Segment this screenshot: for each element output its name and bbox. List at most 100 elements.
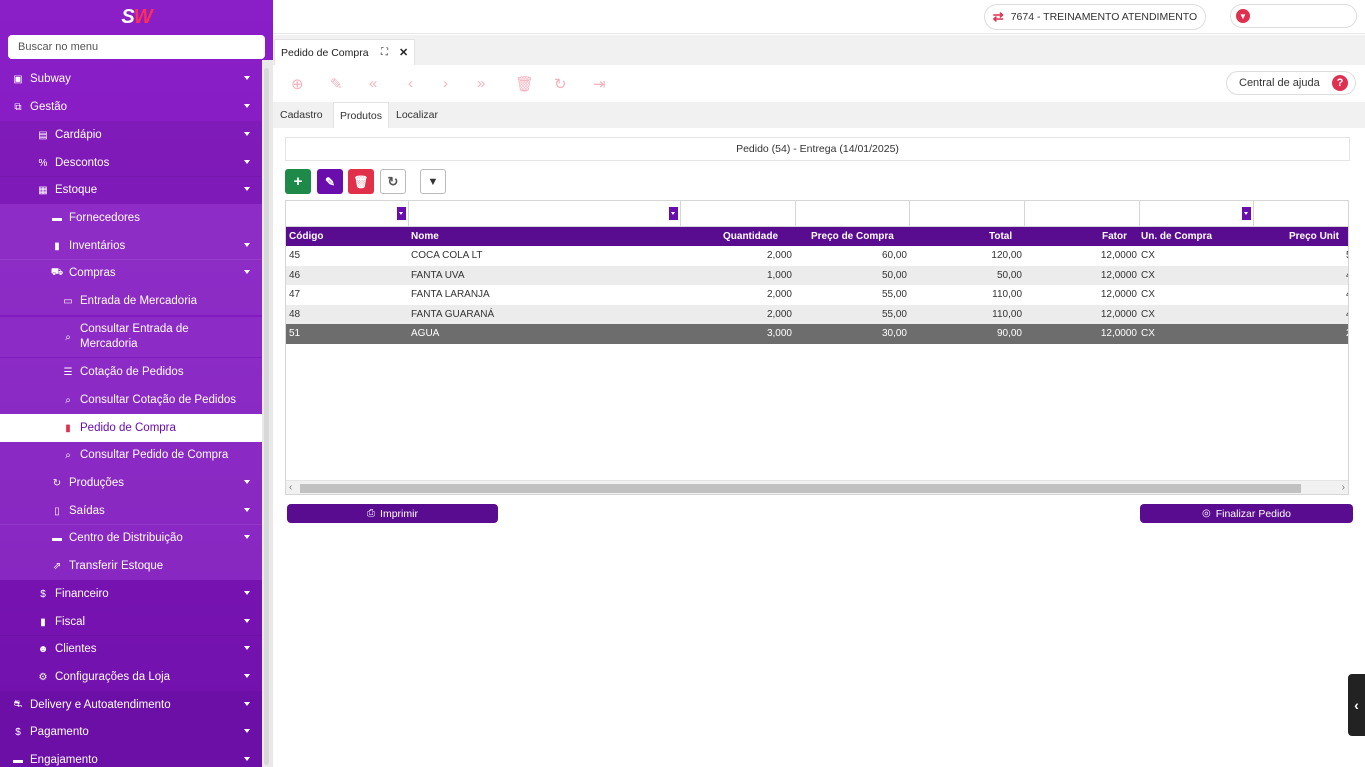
refresh-icon[interactable]: ↻	[554, 75, 567, 93]
cell-preco-unit: 2	[1346, 324, 1348, 344]
col-quantidade[interactable]: Quantidade	[723, 227, 778, 246]
trash-icon[interactable]: 🗑	[515, 75, 534, 93]
sidebar-item-clientes[interactable]: ☻ Clientes	[0, 635, 262, 663]
cell-quantidade: 2,000	[766, 250, 792, 261]
sidebar-item-delivery[interactable]: ⛐ Delivery e Autoatendimento	[0, 691, 262, 719]
help-center-button[interactable]: Central de ajuda?	[1226, 71, 1356, 95]
filter-preco-unit[interactable]	[1254, 201, 1348, 227]
filter-dropdown-icon[interactable]	[397, 207, 406, 220]
add-item-button[interactable]: +	[285, 169, 311, 194]
sidebar-item-descontos[interactable]: % Descontos	[0, 149, 262, 177]
sidebar-item-label: Pagamento	[30, 726, 89, 738]
order-header: Pedido (54) - Entrega (14/01/2025)	[285, 137, 1350, 161]
refresh-grid-button[interactable]: ↻	[380, 169, 406, 194]
sidebar-item-estoque[interactable]: ▦ Estoque	[0, 176, 262, 204]
sidebar-item-gestao[interactable]: ⧉ Gestão	[0, 93, 262, 121]
first-record-icon[interactable]: «	[369, 75, 377, 92]
sidebar-item-saidas[interactable]: ▯ Saídas	[0, 497, 262, 525]
filter-codigo[interactable]	[286, 201, 409, 227]
filter-un-compra[interactable]	[1140, 201, 1254, 227]
tab-pedido-de-compra[interactable]: Pedido de Compra ⛶ ✕	[274, 39, 415, 65]
pencil-icon[interactable]: ✎	[330, 75, 343, 93]
sidebar-scrollbar-thumb[interactable]	[264, 68, 269, 765]
user-menu-button[interactable]: ▼	[1230, 4, 1357, 28]
table-row[interactable]: 47 FANTA LARANJA 2,000 55,00 110,00 12,0…	[286, 285, 1348, 305]
sidebar-item-cotacao-pedidos[interactable]: ☰ Cotação de Pedidos	[0, 358, 262, 386]
chevron-down-icon	[244, 270, 250, 274]
exit-icon[interactable]: ⇥	[593, 75, 606, 93]
sidebar-item-consultar-entrada[interactable]: ⌕ Consultar Entrada de Mercadoria	[0, 317, 262, 357]
sidebar-item-subway[interactable]: ▣ Subway	[0, 65, 262, 93]
tab-cadastro[interactable]: Cadastro	[274, 102, 329, 128]
sidebar-item-engajamento[interactable]: ▬ Engajamento	[0, 746, 262, 767]
col-codigo[interactable]: Código	[289, 227, 323, 246]
plus-icon: +	[293, 173, 303, 190]
col-preco-compra[interactable]: Preço de Compra	[811, 227, 894, 246]
next-record-icon[interactable]: ›	[443, 75, 448, 92]
finish-order-button[interactable]: ◎ Finalizar Pedido	[1140, 504, 1353, 523]
print-label: Imprimir	[380, 507, 418, 520]
col-fator[interactable]: Fator	[1102, 227, 1127, 246]
col-total[interactable]: Total	[989, 227, 1012, 246]
sidebar-item-label: Delivery e Autoatendimento	[30, 699, 171, 711]
side-panel-toggle[interactable]: ‹	[1348, 674, 1365, 736]
filter-dropdown-icon[interactable]	[669, 207, 678, 220]
sidebar-item-pedido-compra[interactable]: ▮ Pedido de Compra	[0, 414, 262, 442]
sidebar-item-consultar-cotacao[interactable]: ⌕ Consultar Cotação de Pedidos	[0, 386, 262, 414]
filter-button[interactable]: ▼	[420, 169, 446, 194]
table-row[interactable]: 48 FANTA GUARANÁ 2,000 55,00 110,00 12,0…	[286, 304, 1348, 324]
col-nome[interactable]: Nome	[411, 227, 439, 246]
sidebar-item-entrada-mercadoria[interactable]: ▭ Entrada de Mercadoria	[0, 287, 262, 315]
sidebar-item-cardapio[interactable]: ▤ Cardápio	[0, 121, 262, 149]
percent-icon: %	[38, 157, 48, 169]
sidebar-item-fornecedores[interactable]: ▬ Fornecedores	[0, 204, 262, 232]
menu-search-input[interactable]	[8, 35, 265, 59]
edit-item-button[interactable]: ✎	[317, 169, 343, 194]
filter-dropdown-icon[interactable]	[1242, 207, 1251, 220]
filter-quantidade[interactable]	[681, 201, 796, 227]
delete-item-button[interactable]: 🗑	[348, 169, 374, 194]
gear-icon: ⚙	[38, 671, 48, 683]
store-switch-button[interactable]: ⇄ 7674 - TREINAMENTO ATENDIMENTO	[984, 4, 1206, 30]
col-un-compra[interactable]: Un. de Compra	[1141, 227, 1212, 246]
scrollbar-thumb[interactable]	[300, 484, 1301, 493]
tab-localizar[interactable]: Localizar	[390, 102, 444, 128]
dollar-icon: $	[40, 588, 46, 600]
scroll-right-icon[interactable]: ›	[1342, 481, 1345, 494]
search-icon: ⌕	[65, 394, 71, 406]
chevron-down-icon	[244, 76, 250, 80]
table-row-selected[interactable]: 51 AGUA 3,000 30,00 90,00 12,0000 CX 2	[286, 324, 1348, 344]
previous-record-icon[interactable]: ‹	[408, 75, 413, 92]
filter-preco[interactable]	[796, 201, 910, 227]
grid-horizontal-scrollbar[interactable]: ‹ ›	[286, 480, 1348, 494]
print-button[interactable]: ⎙ Imprimir	[287, 504, 498, 523]
sidebar-item-transferir-estoque[interactable]: ⇗ Transferir Estoque	[0, 552, 262, 580]
sidebar-item-fiscal[interactable]: ▮ Fiscal	[0, 608, 262, 636]
sidebar-item-producoes[interactable]: ↻ Produções	[0, 469, 262, 497]
table-row[interactable]: 46 FANTA UVA 1,000 50,00 50,00 12,0000 C…	[286, 265, 1348, 285]
cell-codigo: 47	[289, 289, 301, 300]
sidebar-item-inventarios[interactable]: ▮ Inventários	[0, 232, 262, 260]
close-icon[interactable]: ✕	[399, 46, 408, 59]
scroll-left-icon[interactable]: ‹	[289, 481, 292, 494]
sidebar-item-label: Inventários	[69, 240, 126, 252]
tab-produtos[interactable]: Produtos	[333, 102, 390, 128]
filter-nome[interactable]	[409, 201, 681, 227]
table-row[interactable]: 45 COCA COLA LT 2,000 60,00 120,00 12,00…	[286, 246, 1348, 266]
sidebar-item-configuracoes-loja[interactable]: ⚙ Configurações da Loja	[0, 663, 262, 691]
filter-total[interactable]	[910, 201, 1025, 227]
app-logo[interactable]: SW	[0, 0, 273, 34]
last-record-icon[interactable]: »	[477, 75, 485, 92]
cell-preco-unit: 5	[1346, 246, 1348, 266]
sidebar-item-compras[interactable]: ⛟ Compras	[0, 259, 262, 287]
add-circle-icon[interactable]: ⊕	[291, 75, 304, 93]
products-grid: Código Nome Quantidade Preço de Compra T…	[285, 200, 1349, 495]
sidebar-item-financeiro[interactable]: $ Financeiro	[0, 580, 262, 608]
filter-fator[interactable]	[1025, 201, 1140, 227]
sidebar-item-consultar-pedido[interactable]: ⌕ Consultar Pedido de Compra	[0, 441, 262, 469]
sidebar-item-centro-distribuicao[interactable]: ▬ Centro de Distribuição	[0, 524, 262, 552]
file-icon: ▮	[65, 422, 71, 434]
col-preco-unit[interactable]: Preço Unit	[1289, 227, 1339, 246]
fullscreen-icon[interactable]: ⛶	[381, 47, 388, 58]
sidebar-item-pagamento[interactable]: $ Pagamento	[0, 718, 262, 746]
